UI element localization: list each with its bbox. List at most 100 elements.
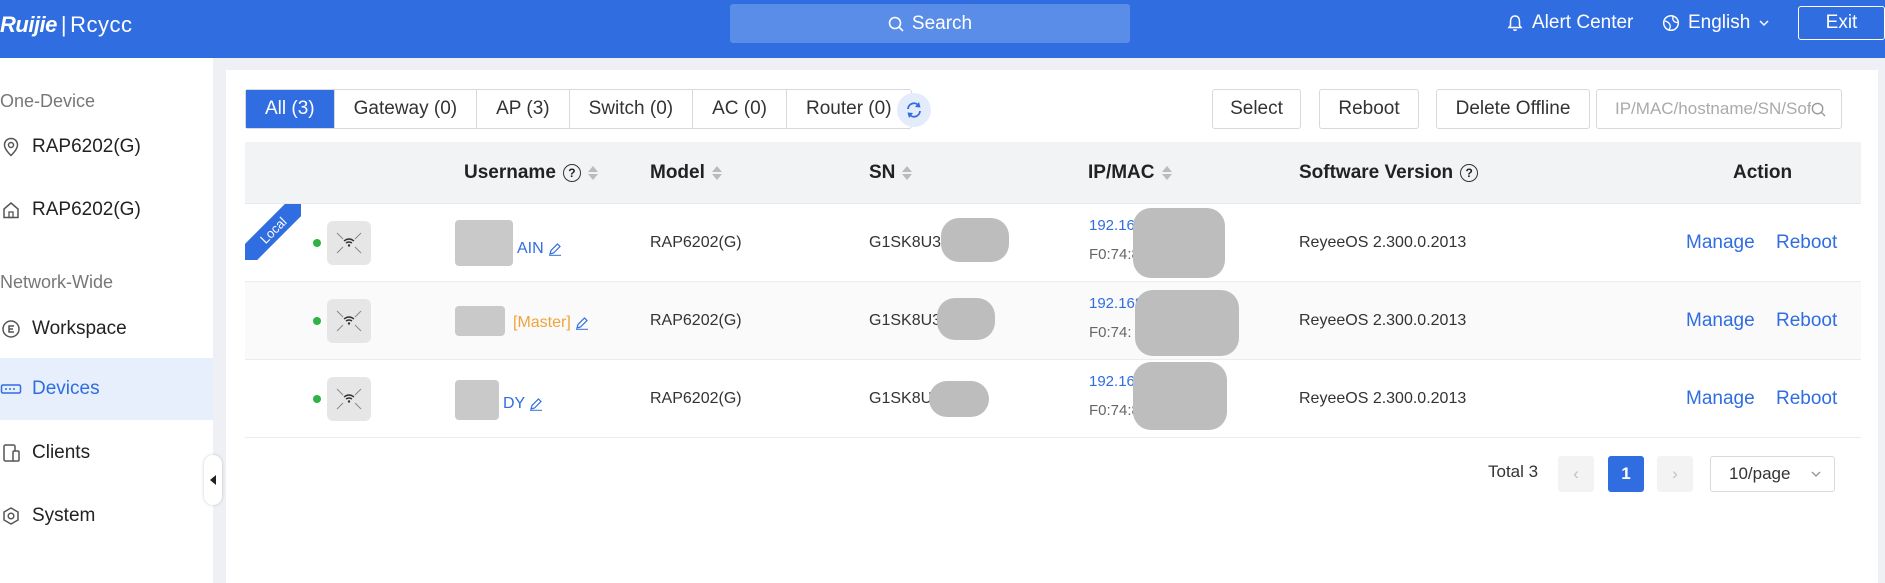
bell-icon	[1507, 15, 1523, 31]
select-button[interactable]: Select	[1212, 89, 1301, 129]
redacted-blur	[941, 218, 1009, 262]
page-size-select[interactable]: 10/page	[1710, 456, 1835, 492]
username-link[interactable]: AIN	[455, 220, 562, 266]
logo-separator: |	[60, 12, 67, 37]
caret-left-icon	[210, 475, 216, 485]
sort-icon[interactable]	[1161, 166, 1172, 180]
sidebar-section-one-device: One-Device	[0, 91, 96, 111]
tab-router[interactable]: Router (0)	[787, 90, 911, 128]
exit-button[interactable]: Exit	[1798, 6, 1885, 40]
software-version-cell: ReyeeOS 2.300.0.2013	[1299, 390, 1467, 407]
reboot-link[interactable]: Reboot	[1776, 360, 1837, 438]
username-link[interactable]: DY	[455, 380, 543, 420]
model-cell: RAP6202(G)	[650, 312, 742, 329]
manage-link[interactable]: Manage	[1686, 282, 1755, 360]
redacted-blur	[937, 298, 995, 340]
sidebar-item-label: Workspace	[32, 318, 127, 339]
username-link[interactable]: [Master]	[455, 306, 589, 336]
manage-link[interactable]: Manage	[1686, 360, 1755, 438]
sidebar-item-device-1[interactable]: RAP6202(G)	[0, 116, 213, 178]
search-icon	[1811, 102, 1826, 117]
online-status-dot	[313, 317, 321, 325]
device-type-tabs: All (3) Gateway (0) AP (3) Switch (0) AC…	[245, 89, 912, 129]
next-page-button[interactable]: ›	[1657, 456, 1693, 492]
alert-center-label: Alert Center	[1532, 12, 1634, 33]
redacted-blur	[929, 381, 989, 417]
redacted-blur	[1133, 208, 1225, 278]
devices-panel: All (3) Gateway (0) AP (3) Switch (0) AC…	[226, 70, 1878, 583]
column-model[interactable]: Model	[650, 142, 722, 204]
sidebar-item-workspace[interactable]: Workspace	[0, 298, 213, 360]
username-text: AIN	[517, 240, 544, 257]
device-search-input[interactable]	[1615, 99, 1811, 119]
column-username-label: Username	[464, 162, 556, 183]
column-action: Action	[1733, 162, 1793, 183]
reboot-link[interactable]: Reboot	[1776, 282, 1837, 360]
pagination-total: Total 3	[1488, 462, 1539, 481]
column-ipmac-label: IP/MAC	[1088, 162, 1155, 183]
sidebar-item-devices[interactable]: Devices	[0, 358, 213, 420]
brand-logo: Ruijie | Rcycc	[0, 12, 133, 38]
edit-pencil-icon[interactable]	[529, 397, 543, 411]
home-icon	[0, 199, 22, 221]
sidebar-item-clients[interactable]: Clients	[0, 422, 213, 484]
sort-icon[interactable]	[902, 166, 913, 180]
refresh-icon	[907, 102, 921, 118]
global-search-button[interactable]: Search	[730, 4, 1130, 43]
manage-link[interactable]: Manage	[1686, 204, 1755, 282]
prev-page-button[interactable]: ‹	[1558, 456, 1594, 492]
delete-offline-button[interactable]: Delete Offline	[1436, 89, 1590, 129]
refresh-button[interactable]	[897, 93, 931, 127]
chevron-down-icon	[1811, 471, 1821, 477]
column-software-version-label: Software Version	[1299, 162, 1454, 183]
column-model-label: Model	[650, 162, 705, 183]
access-point-icon	[327, 221, 371, 265]
page-size-label: 10/page	[1729, 464, 1791, 483]
column-username[interactable]: Username ?	[464, 142, 598, 204]
sort-icon[interactable]	[711, 166, 722, 180]
table-row: Local AIN RAP6202(G) G1SK8U37 192.16 F0:…	[245, 204, 1861, 282]
edit-pencil-icon[interactable]	[548, 242, 562, 256]
sidebar-item-label: RAP6202(G)	[32, 136, 141, 157]
search-label: Search	[911, 12, 973, 34]
language-label: English	[1688, 12, 1751, 33]
tab-ac[interactable]: AC (0)	[693, 90, 787, 128]
help-icon[interactable]: ?	[562, 164, 581, 182]
column-ipmac[interactable]: IP/MAC	[1088, 142, 1172, 204]
sidebar-section-network-wide: Network-Wide	[0, 272, 114, 292]
column-sn[interactable]: SN	[869, 142, 913, 204]
sidebar-item-label: RAP6202(G)	[32, 199, 141, 220]
search-icon	[888, 16, 904, 32]
chevron-down-icon	[1759, 20, 1769, 27]
sidebar-collapse-toggle[interactable]	[204, 455, 222, 505]
access-point-icon	[327, 299, 371, 343]
page-1-button[interactable]: 1	[1608, 456, 1644, 492]
table-row: [Master] RAP6202(G) G1SK8U3 192.168 F0:7…	[245, 282, 1861, 360]
sort-icon[interactable]	[587, 166, 598, 180]
master-tag: [Master]	[513, 314, 571, 331]
top-header-bar: Ruijie | Rcycc Search Alert Center English…	[0, 0, 1885, 58]
workspace-icon	[0, 318, 22, 340]
tab-all[interactable]: All (3)	[246, 90, 335, 128]
sidebar-item-device-2[interactable]: RAP6202(G)	[0, 179, 213, 241]
device-table: Username ? Model SN IP/MAC Software Vers…	[245, 142, 1861, 438]
tab-gateway[interactable]: Gateway (0)	[335, 90, 478, 128]
reboot-button[interactable]: Reboot	[1319, 89, 1419, 129]
language-dropdown[interactable]: English	[1662, 12, 1770, 34]
logo-brand: Ruijie	[0, 12, 57, 37]
tab-switch[interactable]: Switch (0)	[570, 90, 694, 128]
redacted-blur	[1135, 290, 1239, 356]
tab-ap[interactable]: AP (3)	[477, 90, 570, 128]
redacted-blur	[455, 380, 499, 420]
sidebar-item-system[interactable]: System	[0, 485, 213, 547]
edit-pencil-icon[interactable]	[575, 316, 589, 330]
help-icon[interactable]: ?	[1460, 164, 1479, 182]
sidebar-item-label: Clients	[32, 442, 91, 463]
sidebar-item-label: Devices	[32, 378, 100, 399]
location-pin-icon	[0, 136, 22, 158]
username-text: DY	[503, 395, 526, 412]
redacted-blur	[455, 220, 513, 266]
alert-center-button[interactable]: Alert Center	[1506, 12, 1633, 34]
column-software-version: Software Version ?	[1299, 142, 1479, 204]
reboot-link[interactable]: Reboot	[1776, 204, 1837, 282]
